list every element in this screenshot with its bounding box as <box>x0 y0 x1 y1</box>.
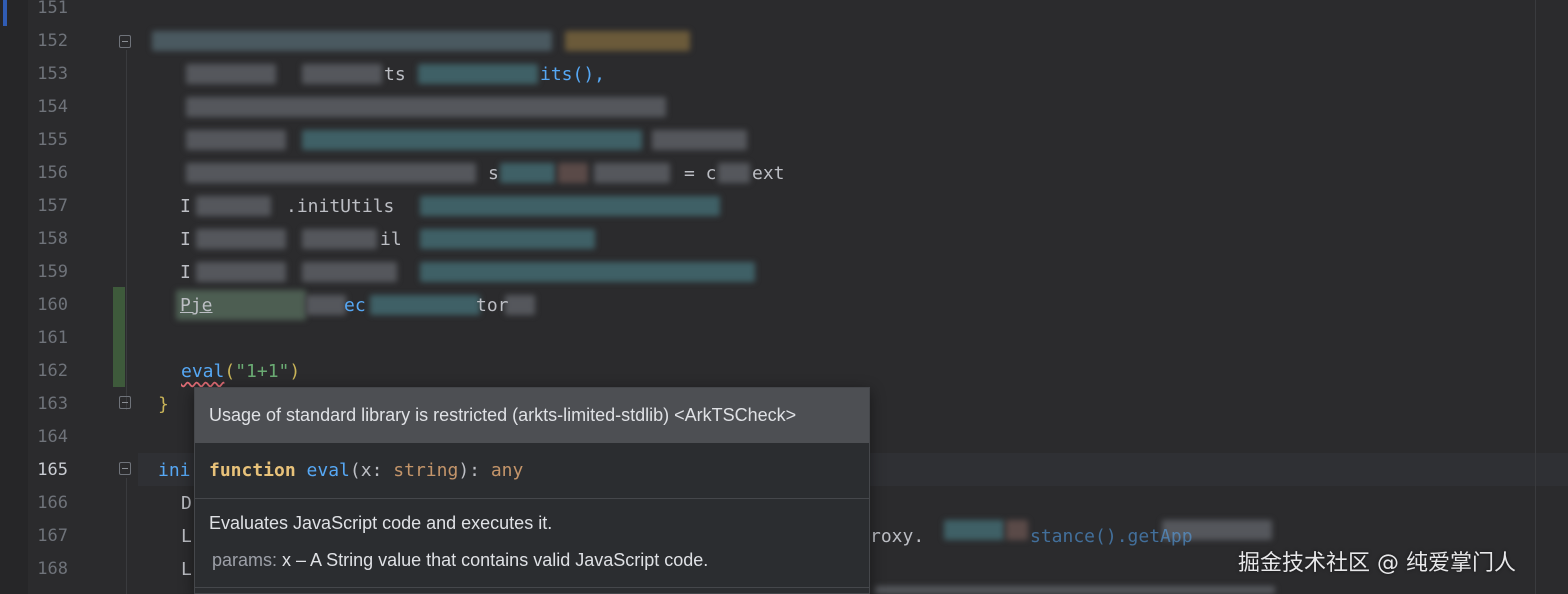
code-fragment: Pje <box>180 295 213 316</box>
redacted-code <box>186 163 476 183</box>
closing-brace: } <box>158 394 169 415</box>
right-margin-line <box>1535 0 1536 594</box>
signature-punct: ): <box>458 460 491 481</box>
redacted-code <box>594 163 670 183</box>
redacted-code <box>558 163 588 183</box>
redacted-code <box>302 229 377 249</box>
code-fragment: tor <box>476 295 509 316</box>
string-literal: "1+1" <box>235 361 290 382</box>
redacted-code <box>302 130 642 150</box>
redacted-code <box>186 97 666 117</box>
line-number-active: 165 <box>37 460 68 480</box>
function-signature: function eval(x: string): any <box>195 443 869 499</box>
line-number: 156 <box>37 163 68 183</box>
eval-call[interactable]: eval("1+1") <box>181 355 300 388</box>
redacted-code <box>152 31 552 51</box>
code-fragment: L <box>181 559 192 580</box>
function-name[interactable]: eval <box>307 460 350 481</box>
line-number: 153 <box>37 64 68 84</box>
line-number: 159 <box>37 262 68 282</box>
code-fragment: ini <box>158 460 191 481</box>
change-marker[interactable] <box>113 287 125 387</box>
code-fragment: ext <box>752 163 785 184</box>
redacted-code <box>302 64 382 84</box>
indent-guide <box>126 478 127 594</box>
redacted-code <box>196 196 271 216</box>
eval-identifier[interactable]: eval <box>181 361 224 382</box>
fold-toggle-icon[interactable] <box>119 396 131 409</box>
redacted-code <box>370 295 480 315</box>
params-text: x – A String value that contains valid J… <box>277 550 709 570</box>
code-fragment: s <box>488 163 499 184</box>
paren: ( <box>224 361 236 382</box>
code-fragment: ts <box>384 64 406 85</box>
redacted-code <box>196 262 286 282</box>
redacted-code <box>875 586 1275 594</box>
indent-guide <box>126 50 127 410</box>
redacted-code <box>306 295 346 315</box>
code-fragment: roxy. <box>870 526 925 547</box>
params-doc: params: x – A String value that contains… <box>195 534 869 571</box>
redacted-code <box>505 295 535 315</box>
redacted-code <box>418 64 538 84</box>
redacted-code <box>944 520 1004 540</box>
redacted-code <box>196 229 286 249</box>
code-fragment: .initUtils <box>286 196 395 217</box>
code-fragment: I <box>180 229 191 250</box>
paren: ) <box>289 361 301 382</box>
keyword: function <box>209 460 296 481</box>
params-label: params: <box>212 550 278 570</box>
function-description: Evaluates JavaScript code and executes i… <box>209 513 553 533</box>
signature-punct: : <box>371 460 394 481</box>
line-number: 160 <box>37 295 68 315</box>
line-number: 166 <box>37 493 68 513</box>
warning-message: Usage of standard library is restricted … <box>195 388 869 443</box>
line-number: 157 <box>37 196 68 216</box>
redacted-code <box>420 196 720 216</box>
param-name: x <box>360 460 372 481</box>
redacted-code <box>1006 520 1028 540</box>
line-number: 164 <box>37 427 68 447</box>
redacted-code <box>420 229 595 249</box>
tool-strip <box>0 0 28 594</box>
code-fragment: il <box>380 229 402 250</box>
redacted-code <box>565 31 690 51</box>
redacted-code <box>302 262 397 282</box>
code-fragment: L <box>181 526 192 547</box>
code-fragment: its(), <box>540 64 606 85</box>
redacted-code <box>186 130 286 150</box>
return-type: any <box>490 460 524 481</box>
redacted-code <box>420 262 755 282</box>
code-fragment: I <box>180 262 191 283</box>
line-number: 154 <box>37 97 68 117</box>
code-fragment: ec <box>344 295 366 316</box>
redacted-code <box>718 163 750 183</box>
code-fragment: = c <box>684 163 717 184</box>
line-number: 163 <box>37 394 68 414</box>
signature-punct: ( <box>349 460 361 481</box>
code-fragment: D <box>181 493 192 514</box>
line-number: 167 <box>37 526 68 546</box>
line-number: 152 <box>37 31 68 51</box>
redacted-code <box>186 64 276 84</box>
line-number: 151 <box>37 0 68 18</box>
param-type: string <box>393 460 459 481</box>
line-number: 161 <box>37 328 68 348</box>
line-number: 155 <box>37 130 68 150</box>
redacted-code <box>652 130 747 150</box>
line-number: 168 <box>37 559 68 579</box>
fold-toggle-icon[interactable] <box>119 462 131 475</box>
redacted-code <box>500 163 555 183</box>
fold-toggle-icon[interactable] <box>119 35 131 48</box>
line-number: 158 <box>37 229 68 249</box>
line-number: 162 <box>37 361 68 381</box>
inspection-tooltip[interactable]: Usage of standard library is restricted … <box>194 387 870 594</box>
code-fragment: I <box>180 196 191 217</box>
code-fragment: stance().getApp <box>1030 526 1193 547</box>
watermark: 掘金技术社区 @ 纯爱掌门人 <box>1238 551 1516 576</box>
